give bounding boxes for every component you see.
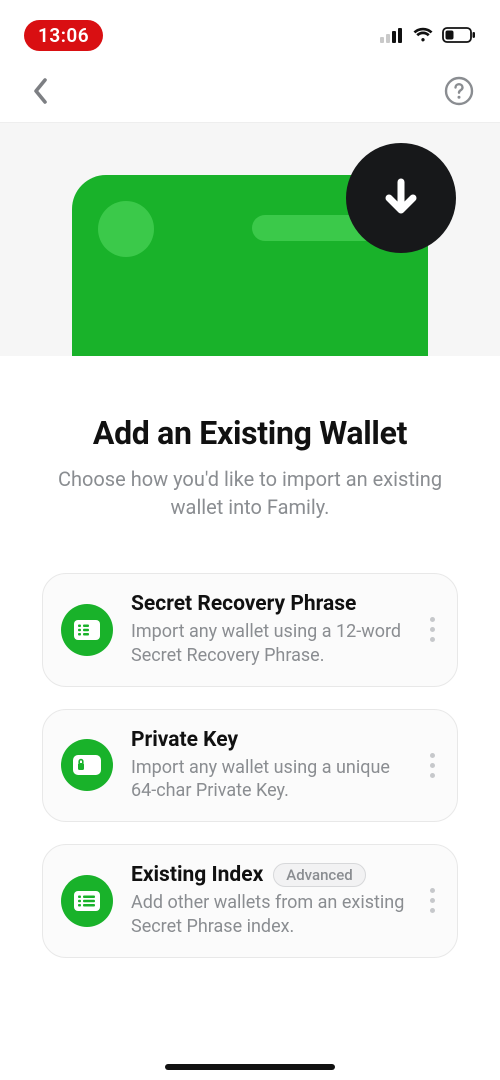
more-icon[interactable]: [423, 747, 441, 784]
option-title: Existing Index: [131, 863, 263, 887]
status-indicators: [380, 27, 476, 43]
home-indicator: [165, 1064, 335, 1070]
option-description: Add other wallets from an existing Secre…: [131, 891, 405, 939]
chevron-left-icon: [33, 78, 49, 104]
option-title: Private Key: [131, 728, 238, 752]
option-existing-index[interactable]: Existing Index Advanced Add other wallet…: [42, 844, 458, 958]
download-badge: [346, 143, 456, 253]
more-icon[interactable]: [423, 611, 441, 648]
option-description: Import any wallet using a unique 64-char…: [131, 756, 405, 804]
status-time: 13:06: [24, 20, 103, 51]
help-button[interactable]: [442, 74, 476, 108]
card-lock-icon: [61, 739, 113, 791]
page-subtitle: Choose how you'd like to import an exist…: [34, 466, 466, 521]
advanced-badge: Advanced: [273, 863, 365, 887]
card-dot-decoration: [98, 201, 154, 257]
status-bar: 13:06: [0, 0, 500, 56]
more-icon[interactable]: [423, 882, 441, 919]
nav-bar: [0, 56, 500, 122]
option-secret-recovery-phrase[interactable]: Secret Recovery Phrase Import any wallet…: [42, 573, 458, 687]
arrow-down-icon: [377, 174, 425, 222]
back-button[interactable]: [24, 74, 58, 108]
list-icon: [61, 875, 113, 927]
battery-icon: [442, 27, 476, 43]
option-title: Secret Recovery Phrase: [131, 592, 356, 616]
option-description: Import any wallet using a 12-word Secret…: [131, 620, 405, 668]
list-icon: [61, 604, 113, 656]
page-title: Add an Existing Wallet: [34, 414, 466, 452]
cellular-signal-icon: [380, 27, 404, 43]
wifi-icon: [412, 27, 434, 43]
hero-illustration: [0, 122, 500, 356]
help-icon: [444, 76, 474, 106]
option-private-key[interactable]: Private Key Import any wallet using a un…: [42, 709, 458, 823]
options-list: Secret Recovery Phrase Import any wallet…: [34, 573, 466, 958]
